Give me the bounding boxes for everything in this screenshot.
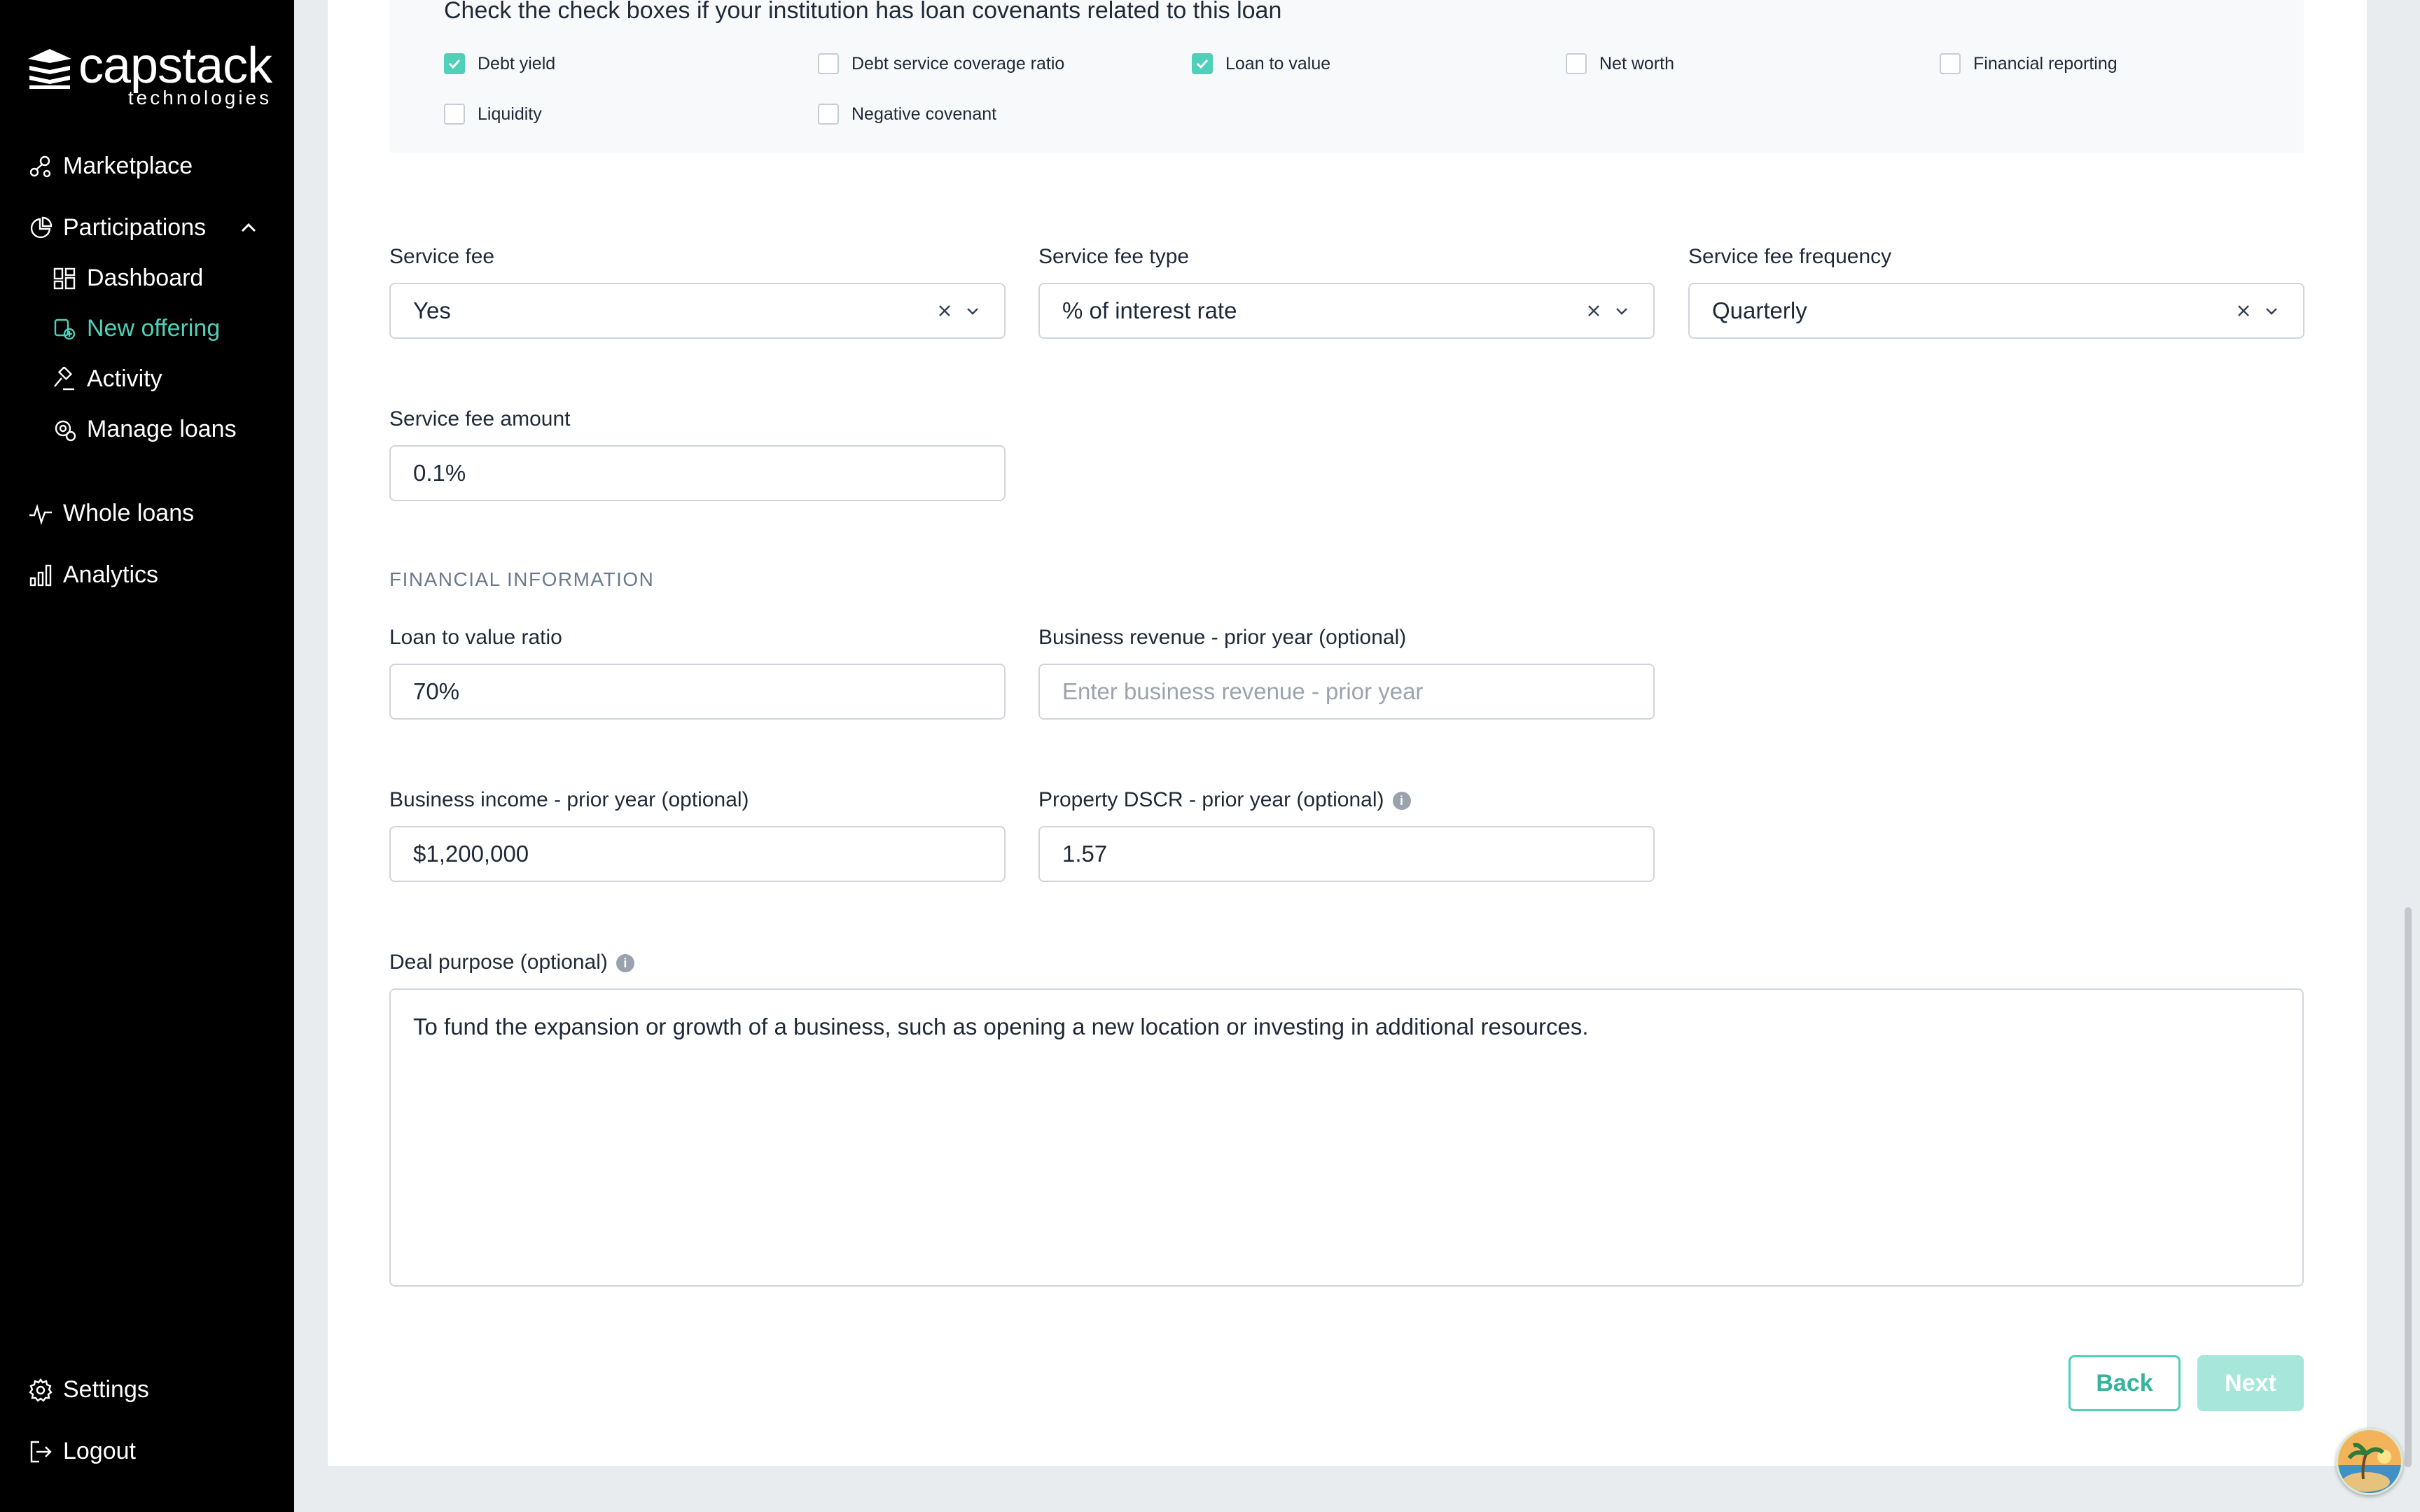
sidebar-item-label: Manage loans [87,416,237,442]
pulse-icon [28,501,53,526]
sidebar-item-marketplace[interactable]: Marketplace [28,153,193,180]
sidebar-item-label: Whole loans [63,500,195,526]
sidebar-item-manage-loans[interactable]: Manage loans [52,416,237,443]
service-fee-frequency-select[interactable]: Quarterly [1688,283,2304,339]
checkbox-negative-covenant[interactable]: Negative covenant [818,104,996,125]
sidebar-item-label: Logout [63,1438,136,1464]
checkbox-unchecked-icon[interactable] [818,104,839,125]
avatar[interactable] [2336,1428,2403,1495]
sidebar-item-label: Dashboard [87,265,204,291]
checkbox-liquidity[interactable]: Liquidity [444,104,542,125]
service-fee-amount-input[interactable]: 0.1% [389,445,1006,501]
sidebar-item-whole-loans[interactable]: Whole loans [28,500,194,527]
beach-avatar-icon [2338,1430,2401,1493]
sidebar-item-label: Activity [87,365,162,392]
service-fee-type-select[interactable]: % of interest rate [1038,283,1655,339]
chevron-up-icon[interactable] [238,217,259,238]
covenants-title: Check the check boxes if your institutio… [444,0,1282,24]
sidebar-item-label: Marketplace [63,153,193,179]
chevron-down-icon[interactable] [2262,302,2281,320]
stacked-layers-logo-icon [28,49,71,89]
checkbox-label: Financial reporting [1973,53,2118,74]
service-fee-frequency-label: Service fee frequency [1688,245,1892,268]
sidebar-item-logout[interactable]: Logout [28,1438,136,1465]
clear-icon[interactable] [2234,302,2253,320]
property-dscr-input[interactable]: 1.57 [1038,826,1655,882]
scrollbar[interactable] [2405,907,2412,1467]
checkbox-unchecked-icon[interactable] [1940,53,1961,74]
deal-purpose-label-row: Deal purpose (optional) i [389,951,634,974]
sidebar-item-settings[interactable]: Settings [28,1376,149,1404]
checkbox-label: Net worth [1599,53,1674,74]
property-dscr-label-row: Property DSCR - prior year (optional) i [1038,788,1411,812]
deal-purpose-textarea[interactable]: To fund the expansion or growth of a bus… [389,988,2304,1287]
sidebar-item-participations[interactable]: Participations [28,214,206,241]
business-income-label: Business income - prior year (optional) [389,788,749,811]
checkbox-debt-service-coverage-ratio[interactable]: Debt service coverage ratio [818,53,1064,74]
info-icon[interactable]: i [616,954,634,973]
logout-icon [28,1439,53,1464]
chevron-down-icon[interactable] [1613,302,1631,320]
info-icon[interactable]: i [1392,792,1411,811]
service-fee-label: Service fee [389,245,495,268]
checkbox-loan-to-value[interactable]: Loan to value [1192,53,1330,74]
capstack-logo[interactable]: capstack technologies [27,41,272,108]
bar-chart-icon [28,563,53,588]
checkbox-unchecked-icon[interactable] [1566,53,1587,74]
checkbox-net-worth[interactable]: Net worth [1566,53,1674,74]
gear-icon [28,1378,53,1403]
select-value: % of interest rate [1062,298,1237,323]
sidebar-item-label: Analytics [63,561,159,588]
ltv-label: Loan to value ratio [389,626,562,649]
checkbox-label: Liquidity [478,104,542,124]
marketplace-icon [28,154,53,179]
gear-money-icon [52,417,77,442]
service-fee-select[interactable]: Yes [389,283,1006,339]
sidebar: capstack technologies Marketplace Partic… [0,0,294,1512]
service-fee-type-label: Service fee type [1038,245,1190,268]
checkbox-financial-reporting[interactable]: Financial reporting [1940,53,2118,74]
service-fee-amount-label: Service fee amount [389,407,571,430]
clear-icon[interactable] [936,302,954,320]
sidebar-item-analytics[interactable]: Analytics [28,561,158,589]
gavel-icon [52,365,77,392]
back-button[interactable]: Back [2068,1355,2181,1411]
business-revenue-label: Business revenue - prior year (optional) [1038,626,1407,649]
ltv-input[interactable]: 70% [389,664,1006,720]
sidebar-item-new-offering[interactable]: New offering [52,315,220,342]
property-dscr-label: Property DSCR - prior year (optional) [1038,788,1384,811]
sidebar-item-label: Participations [63,214,207,241]
checkbox-label: Debt yield [478,53,556,74]
checkbox-unchecked-icon[interactable] [818,53,839,74]
sidebar-item-dashboard[interactable]: Dashboard [52,265,203,292]
new-offering-icon [52,316,77,342]
pie-chart-icon [28,216,53,241]
business-income-input[interactable]: $1,200,000 [389,826,1006,882]
checkbox-label: Negative covenant [851,104,997,124]
checkbox-checked-icon[interactable] [1192,53,1213,74]
sidebar-item-activity[interactable]: Activity [52,365,162,393]
clear-icon[interactable] [1585,302,1603,320]
select-value: Yes [413,298,451,323]
deal-purpose-label: Deal purpose (optional) [389,951,608,974]
checkbox-label: Loan to value [1225,53,1331,74]
dashboard-icon [52,266,77,291]
checkbox-label: Debt service coverage ratio [851,53,1065,74]
checkbox-checked-icon[interactable] [444,53,465,74]
sidebar-item-label: Settings [63,1376,149,1403]
next-button[interactable]: Next [2197,1355,2304,1411]
brand-name: capstack [78,38,272,94]
chevron-down-icon[interactable] [964,302,982,320]
select-value: Quarterly [1712,298,1807,323]
sidebar-item-label: New offering [87,315,221,342]
checkbox-debt-yield[interactable]: Debt yield [444,53,555,74]
checkbox-unchecked-icon[interactable] [444,104,465,125]
business-revenue-input[interactable]: Enter business revenue - prior year [1038,664,1655,720]
financial-information-heading: FINANCIAL INFORMATION [389,568,655,590]
